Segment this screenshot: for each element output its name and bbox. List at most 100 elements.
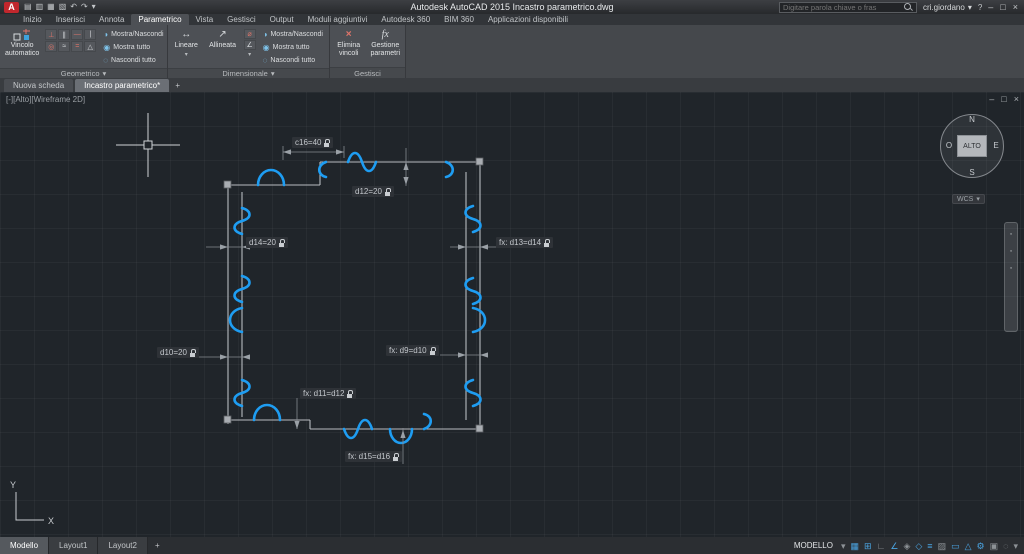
polar-toggle-icon[interactable]: ∠: [890, 541, 898, 551]
dimension-constraint-d9[interactable]: fx: d9=d10: [386, 345, 439, 356]
plot-icon[interactable]: ▧: [59, 2, 67, 12]
aligned-dimension-button[interactable]: ↗ Allineata: [206, 27, 240, 51]
dimension-constraint-d12[interactable]: d12=20: [352, 186, 394, 197]
linear-dropdown-icon[interactable]: ▾: [185, 51, 188, 59]
dynamic-show-hide-button[interactable]: ◑ Mostra/Nascondi: [260, 28, 326, 40]
open-icon[interactable]: ▥: [36, 2, 44, 12]
workspace-gear-icon[interactable]: ⚙: [977, 541, 985, 551]
dimension-constraint-d11[interactable]: fx: d11=d12: [300, 388, 357, 399]
tab-parametrico[interactable]: Parametrico: [131, 14, 189, 25]
angular-dimension-icon[interactable]: ∠: [243, 40, 256, 50]
dynamic-input-toggle-icon[interactable]: ▭: [951, 541, 960, 551]
dimension-constraint-c16[interactable]: c16=40: [292, 137, 334, 148]
lineweight-toggle-icon[interactable]: ≡: [927, 541, 932, 551]
signin-user[interactable]: cri.giordano ▾: [923, 3, 972, 12]
parameter-manager-button[interactable]: fx Gestione parametri: [368, 27, 402, 59]
layout-tab-layout2[interactable]: Layout2: [98, 537, 148, 554]
linear-dimension-button[interactable]: ↔ Lineare ▾: [171, 27, 202, 60]
tab-moduli-aggiuntivi[interactable]: Moduli aggiuntivi: [301, 14, 375, 25]
parametric-drawing[interactable]: Y X: [0, 92, 1024, 537]
dynamic-hide-all-button[interactable]: ◌ Nascondi tutto: [260, 54, 326, 66]
grip-top-left[interactable]: [223, 180, 232, 189]
perpendicular-constraint-icon[interactable]: ⊥: [45, 29, 58, 40]
equal-constraint-icon[interactable]: =: [71, 41, 84, 52]
viewcube-east[interactable]: E: [991, 141, 1001, 150]
maximize-button[interactable]: □: [1000, 2, 1005, 12]
ortho-toggle-icon[interactable]: ∟: [877, 541, 886, 551]
isodraft-toggle-icon[interactable]: ◈: [903, 541, 910, 551]
concentric-constraint-icon[interactable]: ◎: [45, 41, 58, 52]
doc-tab-nuova-scheda[interactable]: Nuova scheda: [4, 79, 74, 92]
tab-inserisci[interactable]: Inserisci: [49, 14, 92, 25]
minimize-button[interactable]: –: [988, 2, 993, 12]
tab-vista[interactable]: Vista: [189, 14, 221, 25]
tab-autodesk-360[interactable]: Autodesk 360: [374, 14, 437, 25]
dim-more-dropdown-icon[interactable]: ▾: [244, 51, 256, 58]
dimension-constraint-d13[interactable]: fx: d13=d14: [496, 237, 554, 248]
dimension-constraint-d14[interactable]: d14=20: [246, 237, 288, 248]
grid-toggle-icon[interactable]: ▦: [851, 541, 860, 551]
model-space-canvas[interactable]: [-][Alto][Wireframe 2D] – □ × Y X c16=40…: [0, 92, 1024, 537]
smooth-constraint-icon[interactable]: ≈: [58, 41, 71, 52]
tab-gestisci[interactable]: Gestisci: [220, 14, 262, 25]
parallel-constraint-icon[interactable]: ∥: [58, 29, 71, 40]
help-search[interactable]: [779, 1, 917, 13]
help-icon[interactable]: ?: [978, 3, 982, 12]
tab-annota[interactable]: Annota: [92, 14, 131, 25]
annotation-monitor-icon[interactable]: ▣: [990, 541, 999, 551]
transparency-toggle-icon[interactable]: ▨: [938, 541, 947, 551]
doc-tab-incastro-parametrico[interactable]: Incastro parametrico*: [75, 79, 170, 92]
selection-cycling-icon[interactable]: △: [965, 541, 972, 551]
geometric-show-hide-button[interactable]: ◑ Mostra/Nascondi: [100, 28, 166, 40]
grip-top-right[interactable]: [475, 157, 484, 166]
customization-dropdown-icon[interactable]: ▾: [1013, 541, 1018, 551]
layout-tab-layout1[interactable]: Layout1: [49, 537, 99, 554]
tab-inizio[interactable]: Inizio: [16, 14, 49, 25]
diameter-dimension-icon[interactable]: ⌀: [243, 29, 256, 39]
nav-zoom-icon[interactable]: ◦: [1010, 248, 1012, 255]
new-layout-button[interactable]: +: [148, 537, 167, 554]
layout-tab-modello[interactable]: Modello: [0, 537, 50, 554]
clean-screen-icon[interactable]: ◌: [1003, 541, 1008, 551]
tab-applicazioni-disponibili[interactable]: Applicazioni disponibili: [481, 14, 575, 25]
qat-dropdown-icon[interactable]: ▾: [92, 2, 96, 12]
model-space-label[interactable]: MODELLO: [794, 541, 833, 550]
nav-orbit-icon[interactable]: ◦: [1010, 265, 1012, 272]
search-input[interactable]: [783, 2, 901, 12]
viewcube-top-face[interactable]: ALTO: [957, 135, 987, 157]
vertical-constraint-icon[interactable]: |: [84, 29, 97, 40]
redo-icon[interactable]: ↷: [81, 2, 88, 12]
panel-footer-dimensionale[interactable]: Dimensionale ▾: [168, 68, 329, 78]
horizontal-constraint-icon[interactable]: —: [71, 29, 84, 40]
viewcube-south[interactable]: S: [967, 168, 977, 177]
dynamic-show-all-button[interactable]: ◉ Mostra tutto: [260, 41, 326, 53]
new-icon[interactable]: ▤: [24, 2, 32, 12]
panel-footer-geometrico[interactable]: Geometrico ▾: [0, 68, 167, 78]
user-dropdown-icon[interactable]: ▾: [968, 3, 972, 12]
viewcube[interactable]: N S O E ALTO WCS ▾: [936, 110, 1014, 210]
navigation-bar[interactable]: ◦ ◦ ◦: [1004, 222, 1018, 332]
search-icon[interactable]: [904, 2, 913, 12]
save-icon[interactable]: ▦: [47, 2, 55, 12]
new-drawing-tab-button[interactable]: +: [171, 79, 184, 92]
close-button[interactable]: ×: [1013, 2, 1018, 12]
undo-icon[interactable]: ↶: [70, 2, 77, 12]
nav-pan-icon[interactable]: ◦: [1010, 231, 1012, 238]
tab-output[interactable]: Output: [263, 14, 301, 25]
snap-toggle-icon[interactable]: ⊞: [864, 541, 872, 551]
viewcube-west[interactable]: O: [944, 141, 954, 150]
geometric-hide-all-button[interactable]: ◌ Nascondi tutto: [100, 54, 166, 66]
symmetric-constraint-icon[interactable]: △: [84, 41, 97, 52]
viewcube-north[interactable]: N: [967, 115, 977, 124]
grip-bottom-left[interactable]: [223, 415, 232, 424]
osnap-toggle-icon[interactable]: ◇: [915, 541, 922, 551]
dimension-constraint-d15[interactable]: fx: d15=d16: [345, 451, 403, 462]
delete-constraints-button[interactable]: × Elimina vincoli: [333, 27, 364, 59]
dimension-constraint-d10[interactable]: d10=20: [157, 347, 199, 358]
geometric-show-all-button[interactable]: ◉ Mostra tutto: [100, 41, 166, 53]
tab-bim-360[interactable]: BIM 360: [437, 14, 481, 25]
autocad-logo-icon[interactable]: A: [4, 1, 19, 13]
panel-footer-gestisci[interactable]: Gestisci: [330, 67, 405, 78]
model-dropdown-icon[interactable]: ▾: [841, 541, 846, 551]
auto-constrain-button[interactable]: Vincolo automatico: [3, 27, 41, 59]
